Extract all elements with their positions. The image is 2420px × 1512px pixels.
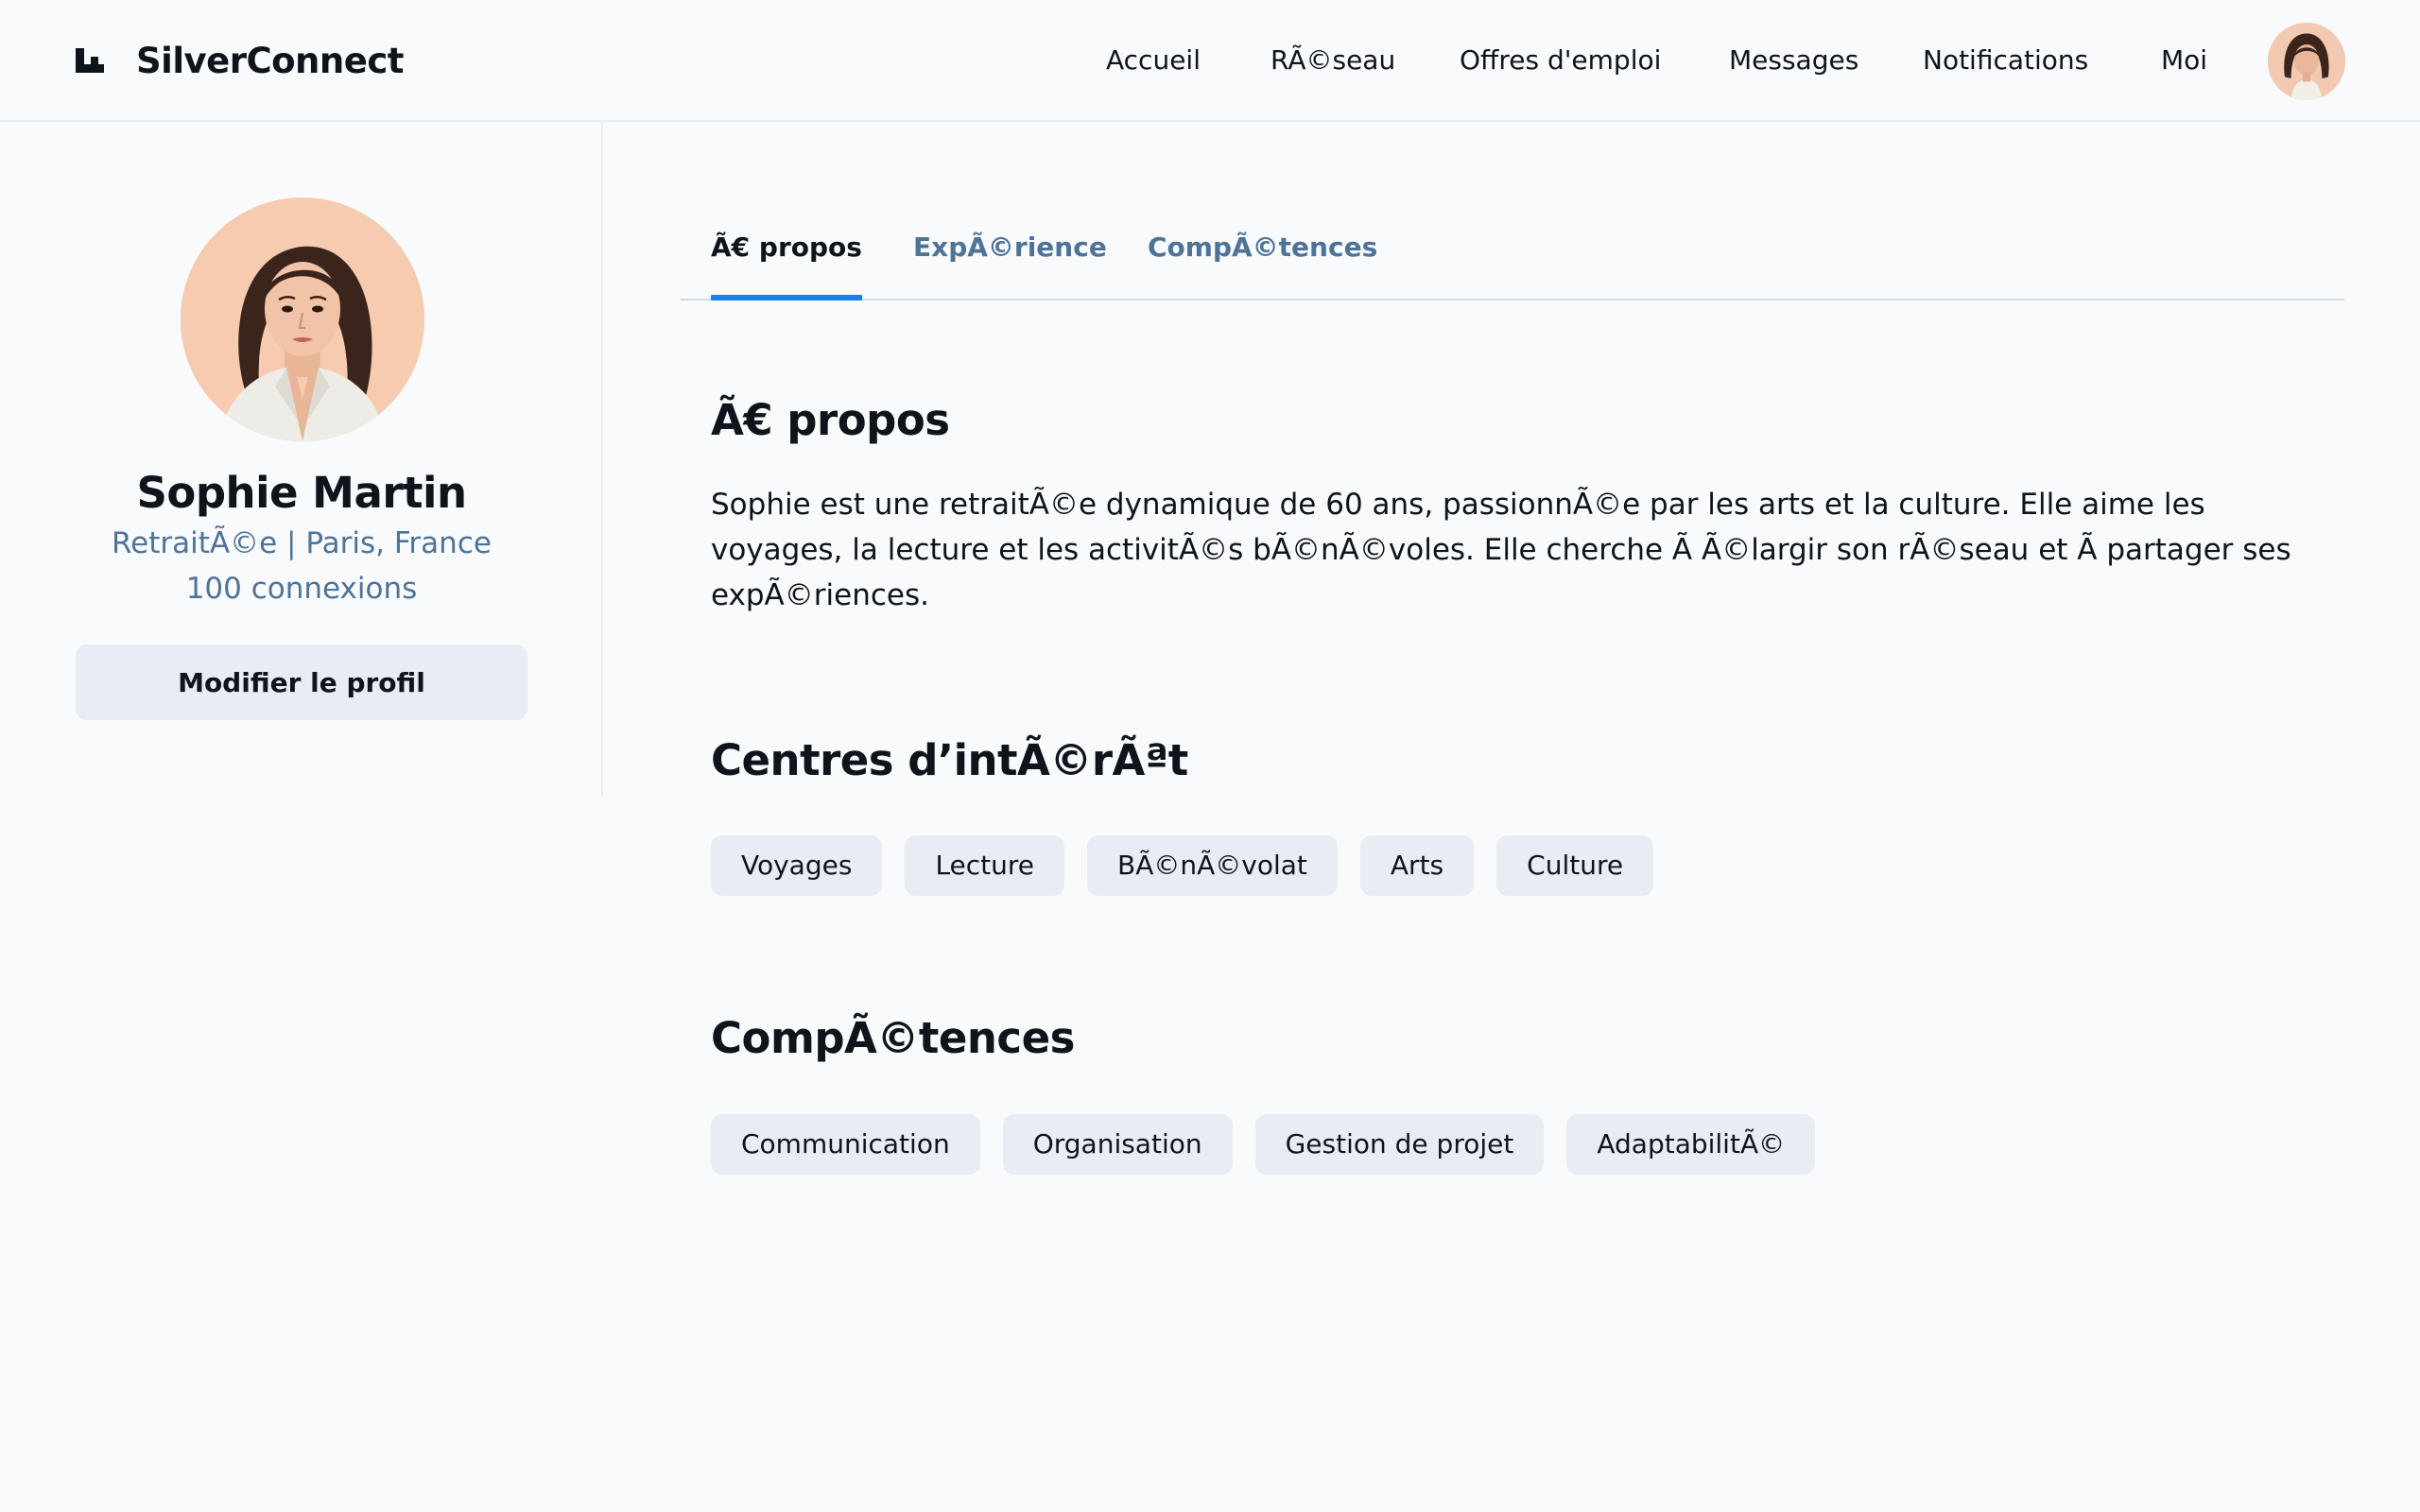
interest-chip[interactable]: Voyages — [711, 835, 883, 896]
skill-chip[interactable]: Organisation — [1002, 1114, 1233, 1175]
interest-chip[interactable]: BÃ©nÃ©volat — [1087, 835, 1338, 896]
interests-list: Voyages Lecture BÃ©nÃ©volat Arts Culture — [711, 835, 1654, 896]
avatar-portrait — [2268, 23, 2345, 100]
skills-title: CompÃ©tences — [711, 1013, 1075, 1063]
profile-portrait — [181, 198, 424, 441]
interest-chip[interactable]: Lecture — [905, 835, 1065, 896]
tab-experience[interactable]: ExpÃ©rience — [913, 229, 1107, 301]
profile-sidebar: Sophie Martin RetraitÃ©e | Paris, France… — [0, 122, 603, 796]
profile-photo — [181, 198, 424, 441]
skill-chip[interactable]: Gestion de projet — [1254, 1114, 1545, 1175]
nav-messages[interactable]: Messages — [1729, 36, 1858, 85]
user-avatar[interactable] — [2268, 23, 2345, 100]
nav-notifications[interactable]: Notifications — [1923, 36, 2088, 85]
interest-chip[interactable]: Culture — [1496, 835, 1654, 896]
skill-chip[interactable]: AdaptabilitÃ© — [1566, 1114, 1816, 1175]
nav-accueil[interactable]: Accueil — [1106, 36, 1201, 85]
profile-tabs: Ã€ propos ExpÃ©rience CompÃ©tences — [681, 210, 2344, 301]
tab-a-propos[interactable]: Ã€ propos — [711, 229, 862, 301]
tab-competences[interactable]: CompÃ©tences — [1148, 229, 1377, 301]
profile-name: Sophie Martin — [136, 468, 468, 518]
skills-list: Communication Organisation Gestion de pr… — [711, 1114, 1816, 1175]
nav-reseau[interactable]: RÃ©seau — [1270, 36, 1395, 85]
main-nav: Accueil RÃ©seau Offres d'emploi Messages… — [0, 36, 2420, 85]
profile-headline: RetraitÃ©e | Paris, France — [112, 526, 492, 560]
about-title: Ã€ propos — [711, 395, 950, 445]
edit-profile-button[interactable]: Modifier le profil — [76, 644, 527, 720]
nav-offres[interactable]: Offres d'emploi — [1460, 36, 1661, 85]
nav-moi[interactable]: Moi — [2161, 36, 2207, 85]
interests-title: Centres d’intÃ©rÃªt — [711, 735, 1188, 785]
about-text: Sophie est une retraitÃ©e dynamique de 6… — [711, 488, 2291, 612]
interest-chip[interactable]: Arts — [1359, 835, 1475, 896]
skill-chip[interactable]: Communication — [711, 1114, 980, 1175]
top-navigation-bar: SilverConnect Accueil RÃ©seau Offres d'e… — [0, 0, 2420, 122]
profile-connections[interactable]: 100 connexions — [0, 572, 603, 606]
